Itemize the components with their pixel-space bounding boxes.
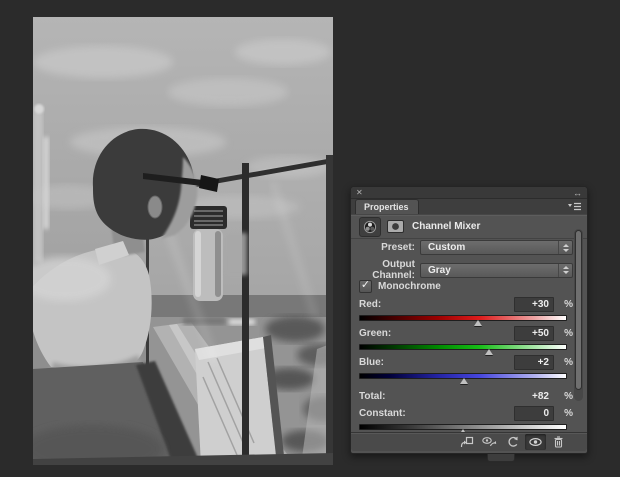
toggle-visibility-icon[interactable] xyxy=(525,434,546,450)
panel-tabbar: Properties xyxy=(351,199,587,215)
blue-unit: % xyxy=(564,357,573,368)
tab-properties[interactable]: Properties xyxy=(355,199,419,214)
output-channel-label: Output Channel: xyxy=(372,259,415,281)
output-channel-value: Gray xyxy=(428,264,451,276)
green-unit: % xyxy=(564,328,573,339)
green-value-field[interactable]: +50 xyxy=(514,326,554,341)
collapse-panel-icon[interactable]: ↔ xyxy=(573,188,582,197)
total-row: Total: +82 % xyxy=(359,389,573,404)
monochrome-checkbox[interactable]: ✓ xyxy=(359,278,372,293)
monochrome-row: ✓ Monochrome xyxy=(359,278,573,293)
total-value: +82 xyxy=(532,391,549,402)
blue-label: Blue: xyxy=(359,357,384,368)
panel-scrollbar[interactable] xyxy=(574,229,583,401)
scrollbar-thumb[interactable] xyxy=(575,230,582,390)
output-channel-row: Output Channel: Gray xyxy=(359,259,573,281)
reset-icon[interactable] xyxy=(502,434,523,450)
panel-menu-icon[interactable] xyxy=(567,202,582,211)
panel-content: Preset: Custom Output Channel: Gray ✓ Mo… xyxy=(351,236,587,435)
preset-label: Preset: xyxy=(381,242,415,253)
red-value-field[interactable]: +30 xyxy=(514,297,554,312)
photo-man-ear xyxy=(147,195,163,219)
red-slider-track[interactable] xyxy=(359,315,567,326)
photo-illustration xyxy=(33,17,333,465)
constant-slider-track[interactable] xyxy=(359,424,567,435)
constant-row: Constant: 0 % xyxy=(359,406,573,421)
close-icon[interactable]: ✕ xyxy=(356,188,363,197)
delete-icon[interactable] xyxy=(548,434,569,450)
blue-slider-track[interactable] xyxy=(359,373,567,384)
green-slider-track[interactable] xyxy=(359,344,567,355)
green-label: Green: xyxy=(359,328,392,339)
view-previous-state-icon[interactable] xyxy=(479,434,500,450)
channel-mixer-icon xyxy=(359,216,381,237)
clip-to-layer-icon[interactable] xyxy=(456,434,477,450)
panel-bottom-toolbar xyxy=(351,432,587,451)
panel-titlebar[interactable]: ✕ ↔ xyxy=(351,187,587,199)
layer-mask-icon xyxy=(387,220,404,233)
dropdown-stepper-icon xyxy=(558,241,572,254)
preset-value: Custom xyxy=(428,242,466,253)
adjustment-title: Channel Mixer xyxy=(412,221,481,232)
constant-value-field[interactable]: 0 xyxy=(514,406,554,421)
constant-label: Constant: xyxy=(359,408,406,419)
total-unit: % xyxy=(564,391,573,402)
red-label: Red: xyxy=(359,299,382,310)
preset-dropdown[interactable]: Custom xyxy=(420,240,573,255)
check-icon: ✓ xyxy=(360,278,371,291)
constant-unit: % xyxy=(564,408,573,419)
red-unit: % xyxy=(564,299,573,310)
document-canvas[interactable] xyxy=(33,17,333,465)
dropdown-stepper-icon xyxy=(558,263,572,277)
blue-row: Blue: +2 % xyxy=(359,355,573,370)
total-label: Total: xyxy=(359,391,386,402)
monochrome-label: Monochrome xyxy=(378,281,441,292)
output-channel-dropdown[interactable]: Gray xyxy=(420,262,573,278)
green-row: Green: +50 % xyxy=(359,326,573,341)
panel-drag-grip[interactable] xyxy=(487,454,515,462)
preset-row: Preset: Custom xyxy=(359,240,573,255)
blue-slider-thumb[interactable] xyxy=(460,378,469,384)
red-row: Red: +30 % xyxy=(359,297,573,312)
properties-panel: ✕ ↔ Properties Channel Mixer Preset: Cus… xyxy=(350,186,588,454)
blue-value-field[interactable]: +2 xyxy=(514,355,554,370)
